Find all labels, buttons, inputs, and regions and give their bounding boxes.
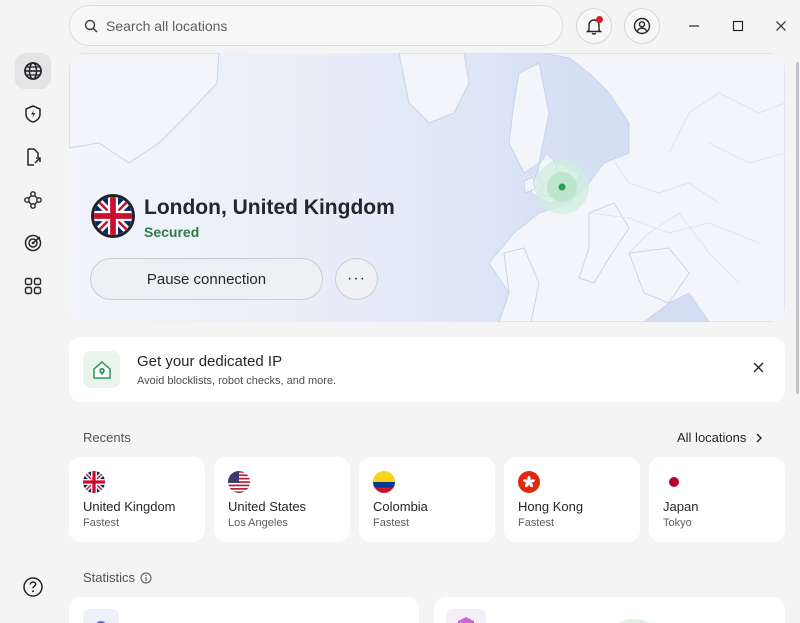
- house-pin-icon: [92, 360, 111, 379]
- apps-grid-icon: [24, 277, 42, 295]
- dedicated-ip-banner[interactable]: Get your dedicated IP Avoid blocklists, …: [69, 337, 785, 402]
- user-icon: [633, 17, 651, 35]
- location-pin: [558, 183, 566, 191]
- help-button[interactable]: [22, 576, 44, 598]
- pause-connection-button[interactable]: Pause connection: [90, 258, 323, 300]
- recent-location-card[interactable]: United States Los Angeles: [214, 457, 350, 542]
- chevron-right-icon: [756, 433, 763, 442]
- minimize-button[interactable]: [682, 14, 706, 38]
- info-icon[interactable]: [140, 572, 152, 584]
- colombia-flag-icon: [373, 471, 395, 493]
- recents-label: Recents: [83, 430, 131, 445]
- notification-badge: [596, 16, 603, 23]
- recent-location-sub: Los Angeles: [228, 517, 288, 529]
- statistics-label: Statistics: [83, 570, 136, 585]
- sidebar-item-meshnet[interactable]: [15, 182, 51, 218]
- minimize-icon: [689, 25, 699, 27]
- recent-location-card[interactable]: Colombia Fastest: [359, 457, 495, 542]
- close-icon: [753, 362, 763, 372]
- statistics-card[interactable]: [69, 597, 419, 623]
- all-locations-link[interactable]: All locations: [677, 430, 764, 445]
- sidebar-item-map[interactable]: [15, 53, 51, 89]
- file-share-icon: [27, 148, 41, 166]
- search-input[interactable]: [106, 17, 506, 34]
- search-bar[interactable]: [69, 5, 563, 46]
- sidebar-item-dark-web-monitor[interactable]: [15, 225, 51, 261]
- stat-decoration: [618, 619, 650, 623]
- promo-title: Get your dedicated IP: [137, 353, 283, 370]
- more-options-button[interactable]: ···: [335, 258, 378, 300]
- uk-flag-icon: [94, 197, 132, 235]
- sidebar-item-threat-protection[interactable]: [15, 96, 51, 132]
- connection-status: Secured: [144, 224, 200, 240]
- recent-location-card[interactable]: United Kingdom Fastest: [69, 457, 205, 542]
- recent-location-sub: Tokyo: [663, 517, 692, 529]
- sidebar-item-file-share[interactable]: [15, 139, 51, 175]
- shield-bolt-icon: [25, 105, 41, 123]
- connected-location: London, United Kingdom: [144, 196, 395, 219]
- recent-location-name: Colombia: [373, 499, 428, 514]
- connection-map[interactable]: London, United Kingdom Secured Pause con…: [69, 53, 785, 322]
- promo-subtitle: Avoid blocklists, robot checks, and more…: [137, 375, 337, 387]
- scrollbar[interactable]: [796, 62, 799, 394]
- close-icon: [776, 21, 786, 31]
- recent-location-sub: Fastest: [373, 517, 410, 529]
- flag: [373, 471, 395, 493]
- current-location-flag: [91, 194, 135, 238]
- stat-icon-box: [83, 609, 119, 623]
- sidebar: [0, 0, 66, 623]
- radar-icon: [24, 234, 42, 252]
- dismiss-banner-button[interactable]: [749, 358, 767, 376]
- sidebar-item-apps[interactable]: [15, 268, 51, 304]
- recent-location-sub: Fastest: [83, 517, 120, 529]
- statistics-heading: Statistics: [83, 570, 152, 585]
- flag: [228, 471, 250, 493]
- maximize-icon: [732, 20, 744, 32]
- all-locations-label: All locations: [677, 430, 747, 445]
- recent-location-name: Japan: [663, 499, 699, 514]
- dedicated-ip-icon-box: [83, 351, 120, 388]
- japan-flag-icon: [663, 471, 685, 493]
- recent-location-card[interactable]: Hong Kong Fastest: [504, 457, 640, 542]
- maximize-button[interactable]: [726, 14, 750, 38]
- flag: [518, 471, 540, 493]
- recent-location-card[interactable]: Japan Tokyo: [649, 457, 785, 542]
- uk-flag-icon: [83, 471, 105, 493]
- globe-icon: [24, 62, 42, 80]
- recent-location-name: Hong Kong: [518, 499, 584, 514]
- stat-icon-box: [446, 609, 486, 623]
- notifications-button[interactable]: [576, 8, 612, 44]
- statistics-card[interactable]: [434, 597, 785, 623]
- help-icon: [23, 577, 43, 597]
- recent-location-sub: Fastest: [518, 517, 555, 529]
- us-flag-icon: [228, 471, 250, 493]
- flag: [83, 471, 105, 493]
- account-button[interactable]: [624, 8, 660, 44]
- recent-location-name: United Kingdom: [83, 499, 176, 514]
- close-window-button[interactable]: [769, 14, 793, 38]
- meshnet-icon: [24, 191, 42, 209]
- flag: [663, 471, 685, 493]
- search-icon: [84, 19, 98, 33]
- hong-kong-flag-icon: [518, 471, 540, 493]
- recent-location-name: United States: [228, 499, 307, 514]
